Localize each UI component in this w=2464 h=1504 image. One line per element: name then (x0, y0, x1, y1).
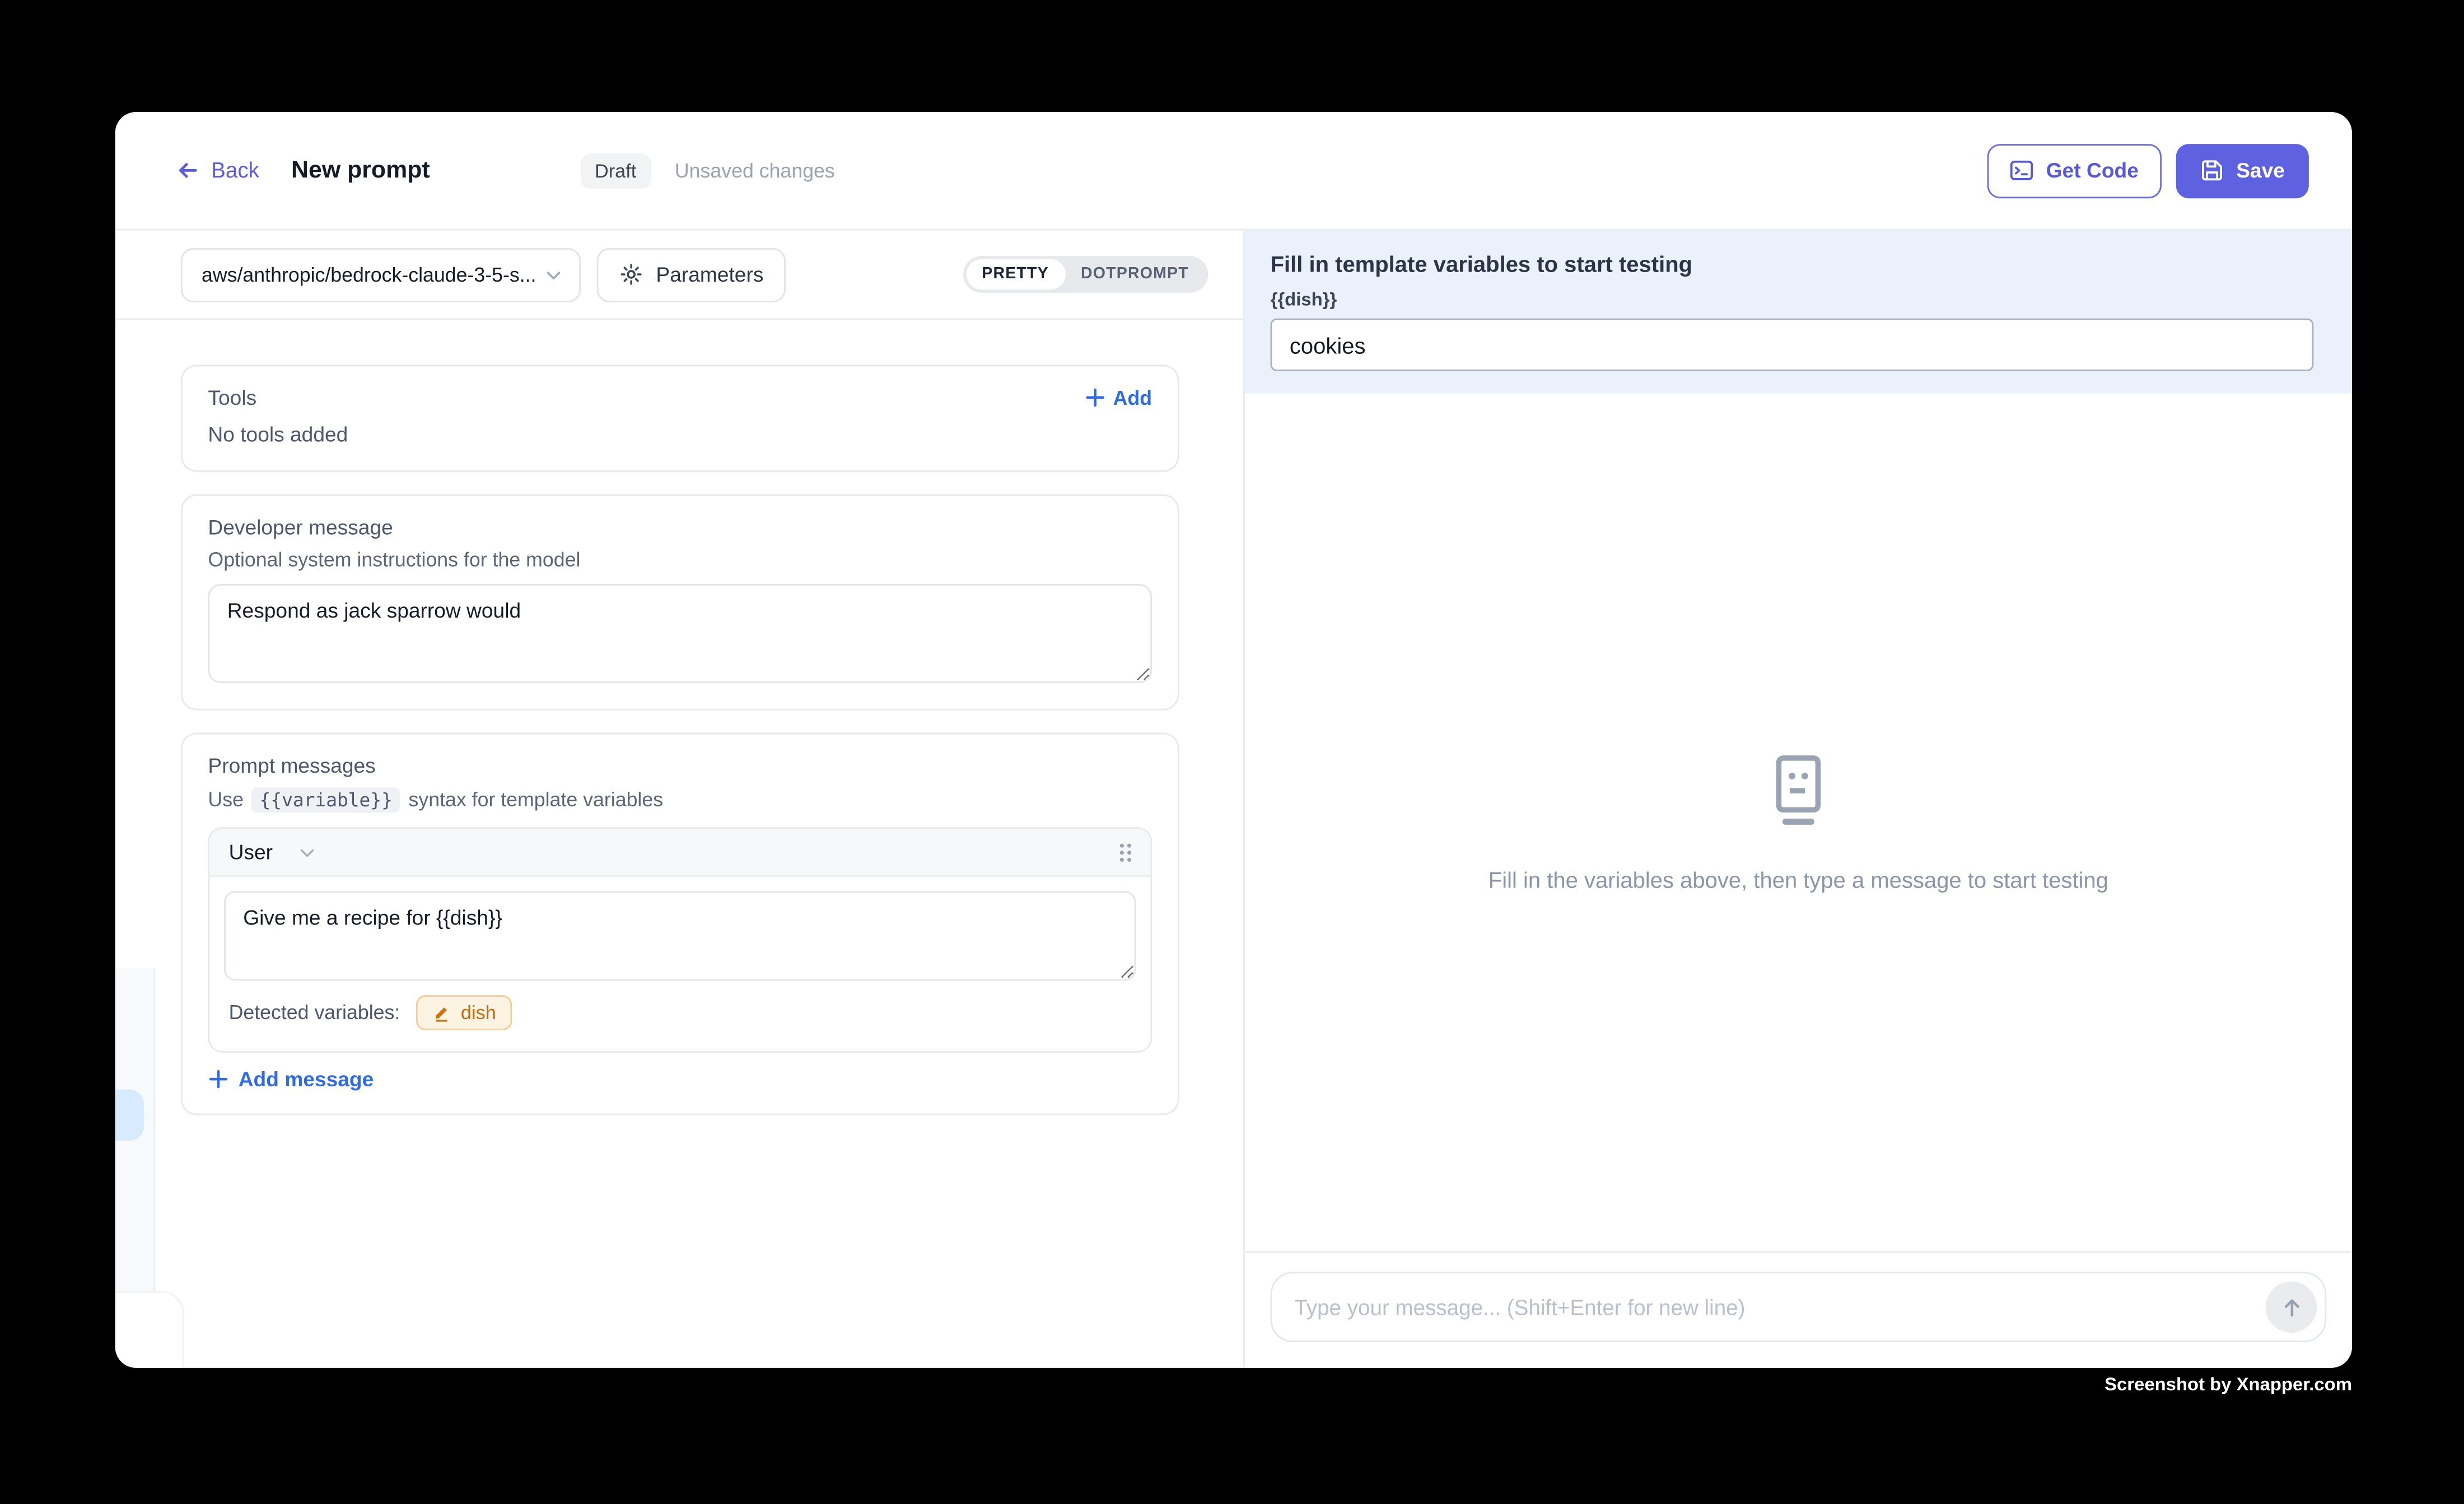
get-code-label: Get Code (2046, 158, 2139, 183)
prompt-editor-window: Back New prompt Draft Unsaved changes Ge… (115, 112, 2352, 1368)
background-sidebar-active-item (115, 1090, 144, 1141)
tools-empty-text: No tools added (208, 422, 1152, 446)
save-button[interactable]: Save (2176, 143, 2309, 198)
model-select-value: aws/anthropic/bedrock-claude-3-5-s... (202, 263, 536, 286)
parameters-button[interactable]: Parameters (597, 247, 786, 301)
robot-face-icon (1765, 752, 1832, 829)
pen-icon (432, 1003, 451, 1022)
page-title: New prompt (291, 157, 430, 184)
developer-message-textarea[interactable]: Respond as jack sparrow would (208, 584, 1152, 683)
parameters-label: Parameters (656, 263, 763, 287)
watermark-text: Screenshot by Xnapper.com (2104, 1376, 2352, 1395)
hint-suffix: syntax for template variables (409, 789, 664, 811)
variable-syntax-chip: {{variable}} (251, 787, 400, 813)
chat-area: Fill in the variables above, then type a… (1245, 394, 2352, 1251)
editor-pane: aws/anthropic/bedrock-claude-3-5-s... Pa… (115, 230, 1245, 1367)
variable-name-label: {{dish}} (1271, 291, 2314, 310)
message-body: Give me a recipe for {{dish}} (209, 877, 1150, 981)
prompt-messages-hint: Use {{variable}} syntax for template var… (208, 787, 1152, 813)
add-message-label: Add message (239, 1067, 374, 1091)
prompt-messages-title: Prompt messages (208, 754, 1152, 778)
toggle-pretty[interactable]: PRETTY (966, 259, 1065, 289)
composer-bar (1245, 1251, 2352, 1368)
hint-prefix: Use (208, 789, 244, 811)
arrow-left-icon (176, 158, 200, 183)
template-variables-section: Fill in template variables to start test… (1245, 230, 2352, 393)
view-mode-toggle: PRETTY DOTPROMPT (963, 256, 1208, 293)
chevron-down-icon (544, 265, 563, 284)
plus-icon (1084, 387, 1105, 408)
developer-message-subtitle: Optional system instructions for the mod… (208, 549, 1152, 571)
background-sidebar-sliver (115, 968, 155, 1291)
chat-message-input[interactable] (1271, 1272, 2327, 1342)
save-label: Save (2236, 158, 2285, 183)
screenshot-stage: Back New prompt Draft Unsaved changes Ge… (0, 0, 2464, 1504)
add-tool-button[interactable]: Add (1084, 386, 1152, 409)
get-code-button[interactable]: Get Code (1987, 143, 2161, 198)
unsaved-changes-text: Unsaved changes (675, 159, 835, 181)
variable-chip-dish[interactable]: dish (416, 995, 512, 1030)
floppy-disk-icon (2200, 158, 2224, 183)
grip-dots-icon[interactable] (1117, 840, 1134, 863)
developer-message-card: Developer message Optional system instru… (181, 494, 1179, 711)
chat-empty-state: Fill in the variables above, then type a… (1245, 394, 2352, 1251)
background-window-corner (115, 1291, 184, 1368)
status-badge: Draft (580, 153, 651, 188)
arrow-up-icon (2279, 1295, 2303, 1319)
model-select[interactable]: aws/anthropic/bedrock-claude-3-5-s... (181, 247, 581, 301)
prompt-messages-card: Prompt messages Use {{variable}} syntax … (181, 733, 1179, 1115)
variable-value-input[interactable] (1271, 319, 2314, 371)
add-tool-label: Add (1113, 386, 1152, 409)
tools-title: Tools (208, 386, 256, 410)
variable-chip-label: dish (461, 1002, 496, 1024)
top-bar: Back New prompt Draft Unsaved changes Ge… (115, 112, 2352, 230)
message-role-select[interactable]: User (229, 840, 273, 864)
back-label: Back (211, 158, 259, 183)
send-button[interactable] (2266, 1282, 2317, 1333)
message-block: User Give me a recipe for {{di (208, 827, 1152, 1053)
terminal-icon (2009, 158, 2033, 183)
back-button[interactable]: Back (176, 158, 259, 183)
gear-icon (619, 263, 643, 287)
message-textarea[interactable]: Give me a recipe for {{dish}} (224, 891, 1136, 980)
message-header: User (209, 829, 1150, 877)
top-actions: Get Code Save (1987, 143, 2309, 198)
editor-toolbar: aws/anthropic/bedrock-claude-3-5-s... Pa… (115, 230, 1243, 320)
tools-card: Tools Add No tools added (181, 365, 1179, 471)
detected-variables-row: Detected variables: dish (209, 980, 1150, 1051)
chat-empty-text: Fill in the variables above, then type a… (1488, 867, 2108, 893)
toggle-dotprompt[interactable]: DOTPROMPT (1065, 259, 1205, 289)
detected-variables-label: Detected variables: (229, 1002, 400, 1024)
plus-icon (208, 1069, 228, 1090)
variables-section-title: Fill in template variables to start test… (1271, 251, 2314, 277)
editor-scroll-area: Tools Add No tools added (115, 320, 1243, 1137)
developer-message-title: Developer message (208, 515, 1152, 539)
chevron-down-icon[interactable] (298, 842, 318, 861)
main-split: aws/anthropic/bedrock-claude-3-5-s... Pa… (115, 230, 2352, 1367)
test-pane: Fill in template variables to start test… (1245, 230, 2352, 1367)
add-message-button[interactable]: Add message (208, 1067, 1152, 1091)
